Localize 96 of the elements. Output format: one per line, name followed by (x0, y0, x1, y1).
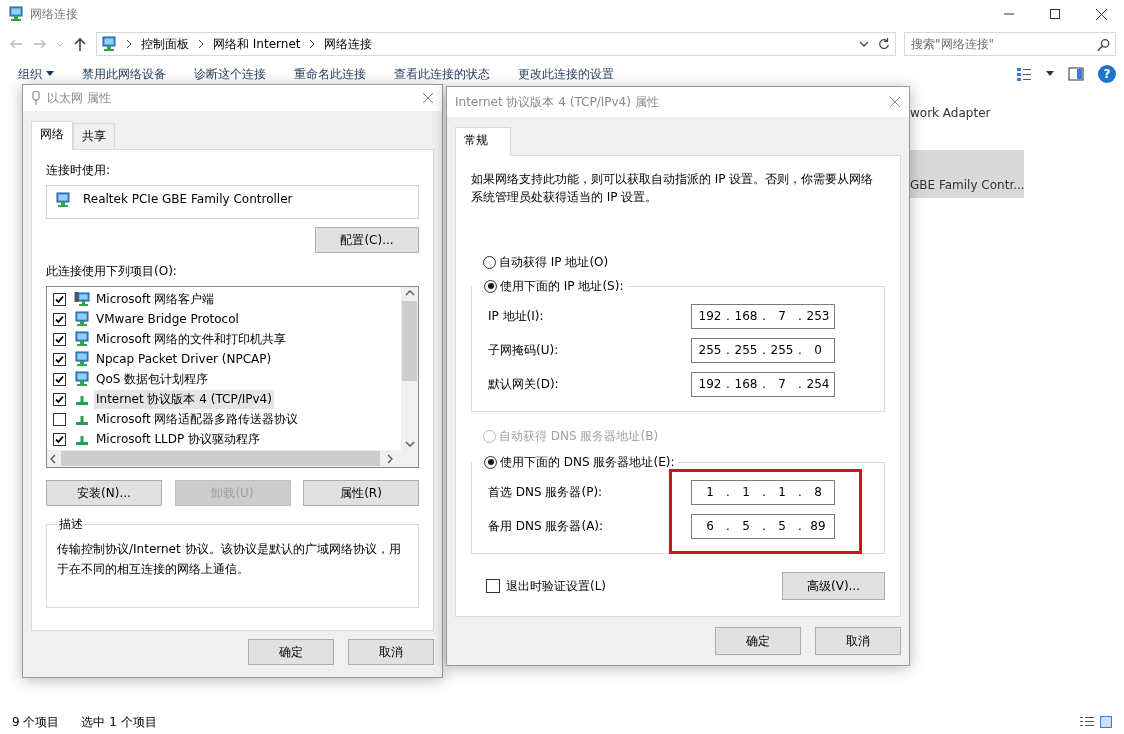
preview-pane-icon[interactable] (1068, 66, 1084, 82)
toolbar-command[interactable]: 禁用此网络设备 (82, 67, 166, 81)
ip-address-field[interactable]: 192 . 168 . 7 . 253 (691, 303, 835, 329)
adapter-name: Realtek PCIe GBE Family Controller (83, 192, 293, 206)
dialog-title: 以太网 属性 (47, 89, 112, 107)
radio-label: 自动获得 IP 地址(O) (499, 253, 609, 271)
search-icon (1097, 37, 1110, 53)
checkbox[interactable] (53, 372, 66, 386)
up-arrow-icon[interactable] (72, 36, 88, 52)
dialog-button[interactable]: 取消 (815, 627, 901, 655)
checkbox[interactable] (53, 332, 66, 346)
section-label: 连接时使用: (46, 162, 112, 179)
section-label: 此连接使用下列项目(O): (46, 263, 178, 280)
breadcrumb[interactable]: 网络和 Internet (213, 35, 301, 53)
toolbar-command[interactable]: 查看此连接的状态 (394, 67, 490, 81)
checkbox[interactable] (53, 432, 66, 446)
network-service-icon (74, 311, 90, 327)
network-adapter-icon (55, 192, 71, 208)
network-service-icon (74, 351, 90, 367)
connection-item[interactable]: work Adapter (906, 102, 1032, 124)
ip-address-field[interactable]: 255 . 255 . 255 . 0 (691, 337, 835, 363)
address-bar[interactable]: 控制面板 网络和 Internet 网络连接 (96, 32, 896, 56)
list-item[interactable]: Microsoft 网络的文件和打印机共享 (94, 329, 289, 349)
radio-button[interactable] (484, 455, 497, 469)
chevron-icon (125, 40, 133, 48)
radio-label: 使用下面的 IP 地址(S): (500, 277, 624, 295)
tiles-view-icon[interactable] (1100, 716, 1112, 728)
field-label: IP 地址(I): (488, 307, 545, 325)
location-icon (101, 36, 117, 52)
toolbar-command[interactable]: 重命名此连接 (294, 67, 366, 81)
network-folder-icon (8, 6, 24, 22)
radio-button[interactable] (483, 255, 496, 269)
selection-count: 选中 1 个项目 (81, 713, 157, 731)
toolbar-command[interactable]: 更改此连接的设置 (518, 67, 614, 81)
close-icon[interactable] (1095, 8, 1107, 20)
list-item[interactable]: Microsoft LLDP 协议驱动程序 (94, 429, 263, 449)
network-service-icon (74, 371, 90, 387)
list-item[interactable]: Npcap Packet Driver (NPCAP) (94, 351, 274, 367)
dialog-button[interactable]: 确定 (248, 639, 334, 665)
refresh-icon[interactable] (877, 36, 891, 52)
ip-address-field[interactable]: 6 . 5 . 5 . 89 (691, 513, 835, 539)
list-item[interactable]: QoS 数据包计划程序 (94, 369, 211, 389)
breadcrumb[interactable]: 控制面板 (141, 35, 189, 53)
tab[interactable]: 常规 (455, 127, 511, 156)
organize-menu[interactable]: 组织 (18, 67, 54, 81)
toolbar-command[interactable]: 诊断这个连接 (194, 67, 266, 81)
radio-label: 使用下面的 DNS 服务器地址(E): (500, 453, 675, 471)
configure-button[interactable]: 配置(C)... (315, 227, 419, 253)
radio-label: 自动获得 DNS 服务器地址(B) (499, 427, 659, 445)
dropdown-icon[interactable] (859, 40, 869, 48)
checkbox[interactable] (53, 412, 66, 426)
field-label: 默认网关(D): (488, 375, 560, 393)
list-item[interactable]: Internet 协议版本 4 (TCP/IPv4) (94, 389, 274, 409)
view-options-icon[interactable] (1016, 66, 1032, 82)
item-count: 9 个项目 (12, 713, 60, 731)
dialog-button[interactable]: 确定 (715, 627, 801, 655)
ip-address-field[interactable]: 1 . 1 . 1 . 8 (691, 479, 835, 505)
help-button[interactable]: ? (1098, 65, 1116, 83)
list-item[interactable]: Microsoft 网络客户端 (94, 289, 217, 309)
caret-icon (46, 71, 54, 77)
checkbox[interactable] (53, 312, 66, 326)
intro-text: 如果网络支持此功能，则可以获取自动指派的 IP 设置。否则，你需要从网络系统管理员处获得适当的 IP 设置。 (471, 171, 875, 206)
ip-address-field[interactable]: 192 . 168 . 7 . 254 (691, 371, 835, 397)
checkbox[interactable] (53, 292, 66, 306)
checkbox[interactable] (53, 392, 66, 406)
network-service-icon (74, 331, 90, 347)
field-label: 首选 DNS 服务器(P): (488, 483, 604, 501)
list-item[interactable]: Microsoft 网络适配器多路传送器协议 (94, 409, 301, 429)
advanced-button[interactable]: 高级(V)... (782, 572, 885, 600)
checkbox-label: 退出时验证设置(L) (506, 577, 607, 595)
caret-icon[interactable] (1046, 71, 1054, 77)
dialog-title: Internet 协议版本 4 (TCP/IPv4) 属性 (455, 93, 660, 111)
radio-button[interactable] (484, 279, 497, 293)
search-field[interactable]: 搜索"网络连接" (904, 32, 1116, 56)
maximize-icon[interactable] (1050, 9, 1060, 19)
network-client-icon (74, 291, 90, 307)
field-label: 子网掩码(U): (488, 341, 560, 359)
tab[interactable]: 共享 (73, 123, 115, 149)
field-label: 备用 DNS 服务器(A): (488, 517, 605, 535)
action-button[interactable]: 属性(R) (303, 480, 419, 506)
horizontal-scrollbar[interactable] (47, 450, 418, 467)
action-button[interactable]: 安装(N)... (46, 480, 162, 506)
checkbox[interactable] (53, 352, 66, 366)
list-item[interactable]: VMware Bridge Protocol (94, 311, 241, 327)
group-legend: 描述 (57, 516, 85, 533)
window-title: 网络连接 (30, 5, 79, 23)
ethernet-plug-icon (31, 91, 41, 105)
tab[interactable]: 网络 (31, 121, 73, 150)
description-text: 传输控制协议/Internet 协议。该协议是默认的广域网络协议，用于在不同的相互连接的网络上通信。 (57, 541, 402, 578)
dialog-button[interactable]: 取消 (348, 639, 434, 665)
checkbox[interactable] (486, 579, 500, 593)
vertical-scrollbar[interactable] (401, 287, 418, 450)
breadcrumb[interactable]: 网络连接 (324, 35, 373, 53)
details-view-icon[interactable] (1080, 716, 1094, 728)
chevron-icon (197, 40, 205, 48)
chevron-icon (308, 40, 317, 48)
